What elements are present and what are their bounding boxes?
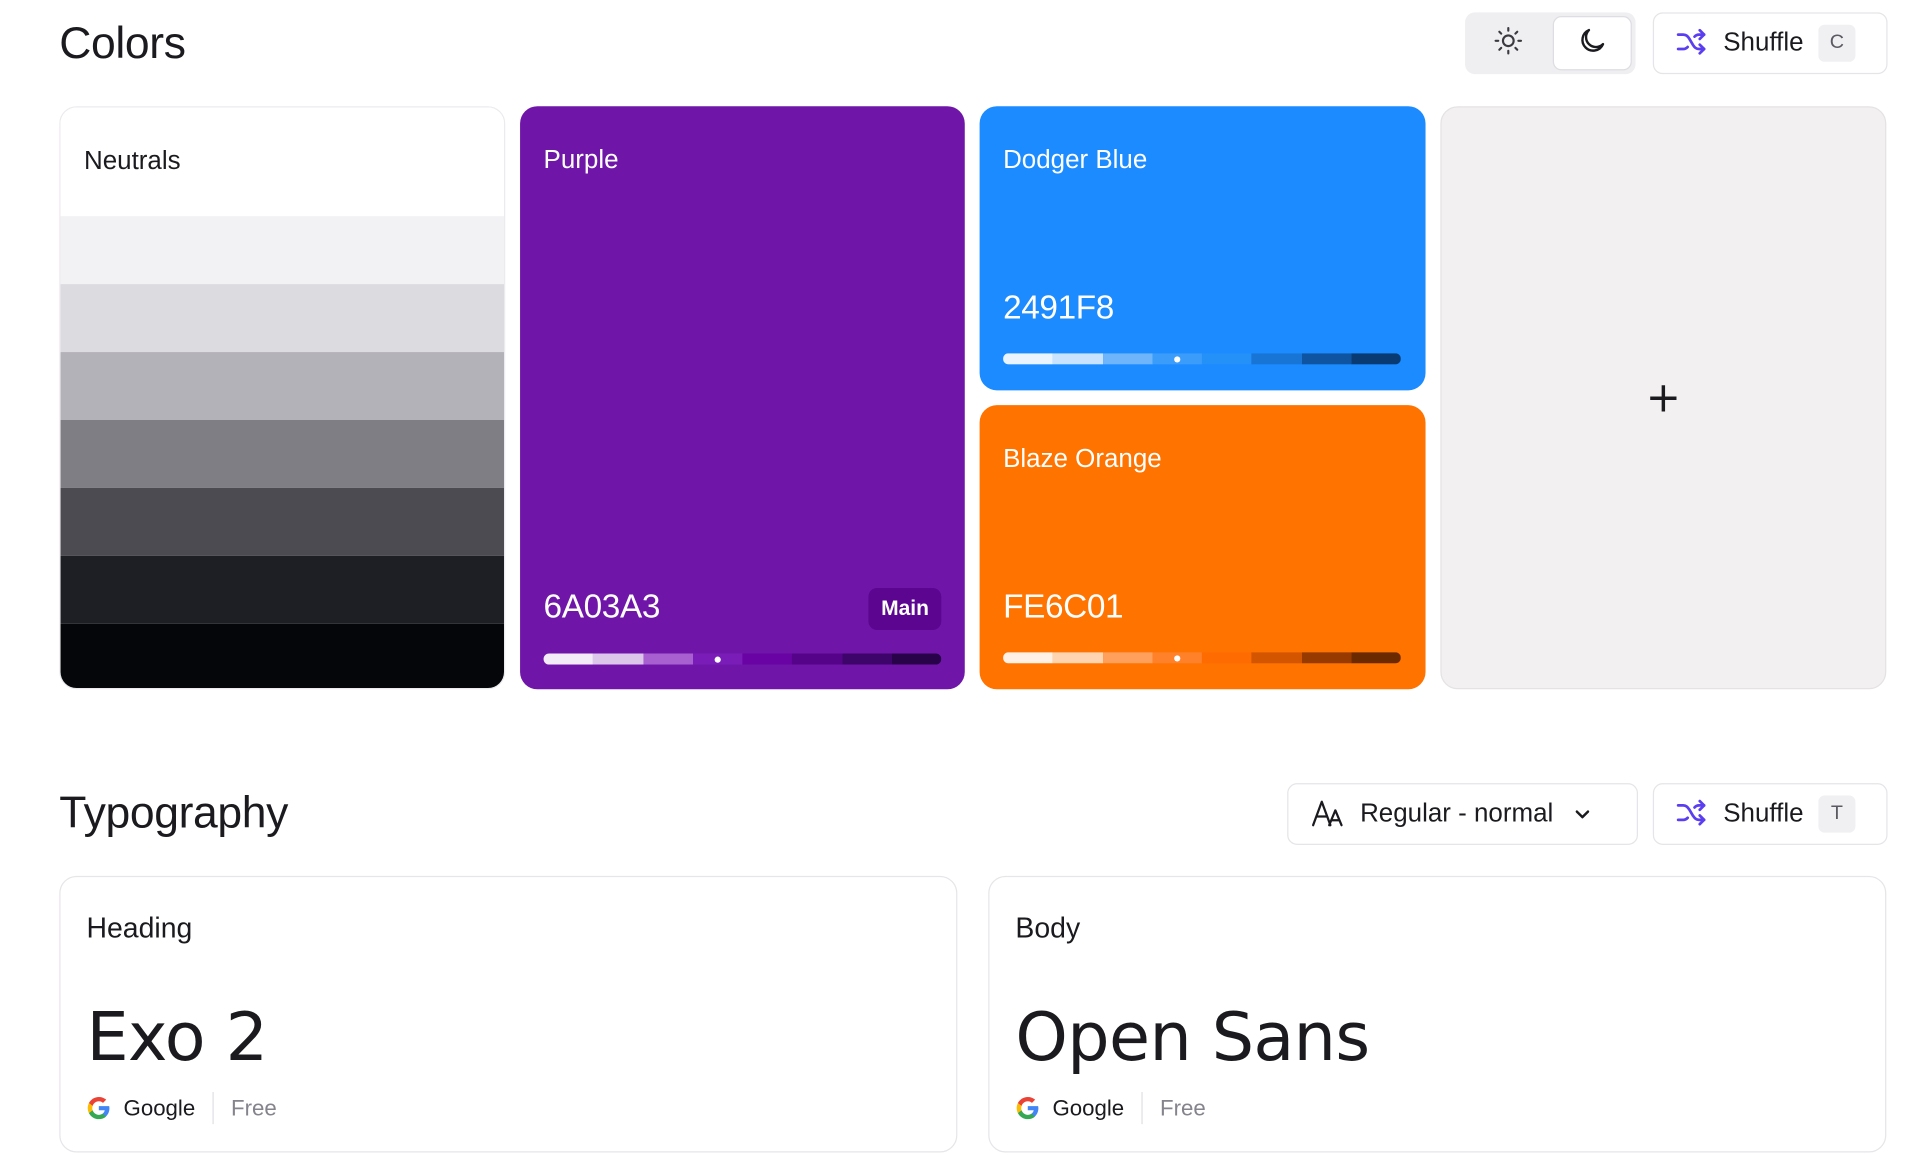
base-shade-marker [1173,355,1181,362]
body-font-name: Open Sans [1015,998,1370,1076]
license-label: Free [1160,1095,1206,1120]
shade-swatch[interactable] [1351,652,1401,664]
body-role-label: Body [1015,911,1081,944]
blaze-orange-card[interactable]: Blaze Orange FE6C01 [979,405,1426,690]
shuffle-icon [1674,797,1709,832]
purple-hex: 6A03A3 [543,588,661,626]
neutral-shade-2 [60,284,505,353]
typography-shuffle-button[interactable]: Shuffle T [1652,783,1888,845]
base-shade-marker [1173,654,1181,661]
shade-swatch[interactable] [841,653,892,665]
shade-swatch[interactable] [1152,353,1202,365]
body-font-card[interactable]: Body Open Sans Google Free [988,875,1887,1153]
shade-swatch[interactable] [891,653,942,665]
neutral-shade-4 [60,420,505,488]
add-color-card[interactable]: + [1440,106,1887,690]
chevron-down-icon [1573,804,1593,824]
shade-swatch[interactable] [692,653,743,665]
blaze-orange-hex: FE6C01 [1003,588,1124,626]
shade-swatch[interactable] [593,653,643,665]
blaze-orange-shade-bar[interactable] [1003,652,1401,664]
colors-shuffle-button[interactable]: Shuffle C [1652,12,1888,75]
shade-swatch[interactable] [1351,353,1401,365]
dodger-blue-hex: 2491F8 [1003,289,1114,327]
sun-icon [1492,24,1524,62]
blaze-orange-name: Blaze Orange [1003,444,1162,474]
google-icon [1015,1096,1040,1121]
meta-divider [212,1092,214,1125]
license-label: Free [231,1095,277,1120]
google-icon [86,1096,111,1121]
shade-swatch[interactable] [1102,353,1153,365]
light-mode-button[interactable] [1469,16,1548,70]
shuffle-shortcut: C [1818,24,1856,62]
heading-font-name: Exo 2 [86,998,268,1076]
provider-label: Google [1052,1095,1125,1120]
heading-role-label: Heading [86,911,193,944]
shuffle-shortcut: T [1818,795,1856,833]
neutrals-name: Neutrals [84,147,181,176]
neutral-shade-3 [60,352,505,421]
shade-swatch[interactable] [1152,652,1202,664]
shade-swatch[interactable] [1003,652,1053,664]
shade-swatch[interactable] [1201,652,1252,664]
shade-swatch[interactable] [1301,652,1352,664]
heading-font-card[interactable]: Heading Exo 2 Google Free [59,875,958,1153]
font-size-icon [1311,798,1346,830]
shade-swatch[interactable] [1003,353,1053,365]
shade-swatch[interactable] [543,653,594,665]
neutral-shade-5 [60,487,505,556]
purple-card[interactable]: Purple 6A03A3 Main [520,106,965,690]
colors-title: Colors [59,17,186,68]
page: Colors Shuffle C Neutrals Purple 6A03A3 … [0,0,1927,1169]
shuffle-icon [1674,26,1709,61]
shade-swatch[interactable] [742,653,793,665]
shade-swatch[interactable] [1301,353,1352,365]
dodger-blue-name: Dodger Blue [1003,145,1148,175]
shade-swatch[interactable] [1201,353,1252,365]
body-font-meta: Google Free [1015,1092,1206,1125]
provider-label: Google [123,1095,196,1120]
purple-shade-bar[interactable] [543,653,942,665]
base-shade-marker [714,655,721,663]
shade-swatch[interactable] [1052,652,1103,664]
shade-swatch[interactable] [1102,652,1153,664]
neutral-shade-1 [60,216,505,285]
shade-swatch[interactable] [1251,353,1302,365]
shade-swatch[interactable] [1052,353,1103,365]
plus-icon: + [1645,373,1681,423]
dark-mode-button[interactable] [1552,16,1632,71]
font-weight-value: Regular - normal [1360,799,1554,828]
meta-divider [1141,1092,1143,1125]
dodger-blue-shade-bar[interactable] [1003,353,1401,365]
heading-font-meta: Google Free [86,1092,277,1125]
dodger-blue-card[interactable]: Dodger Blue 2491F8 [979,106,1426,391]
shuffle-label: Shuffle [1723,28,1804,57]
shade-swatch[interactable] [1251,652,1302,664]
typography-title: Typography [59,786,288,838]
shuffle-label: Shuffle [1723,799,1804,828]
neutrals-card[interactable]: Neutrals [59,106,506,690]
shade-swatch[interactable] [792,653,842,665]
font-weight-select[interactable]: Regular - normal [1287,783,1639,845]
purple-name: Purple [543,145,619,175]
neutral-shade-6 [60,555,505,624]
moon-icon [1576,24,1608,62]
main-badge: Main [868,588,942,631]
theme-toggle [1465,12,1636,75]
neutral-shade-7 [60,623,505,689]
shade-swatch[interactable] [642,653,693,665]
